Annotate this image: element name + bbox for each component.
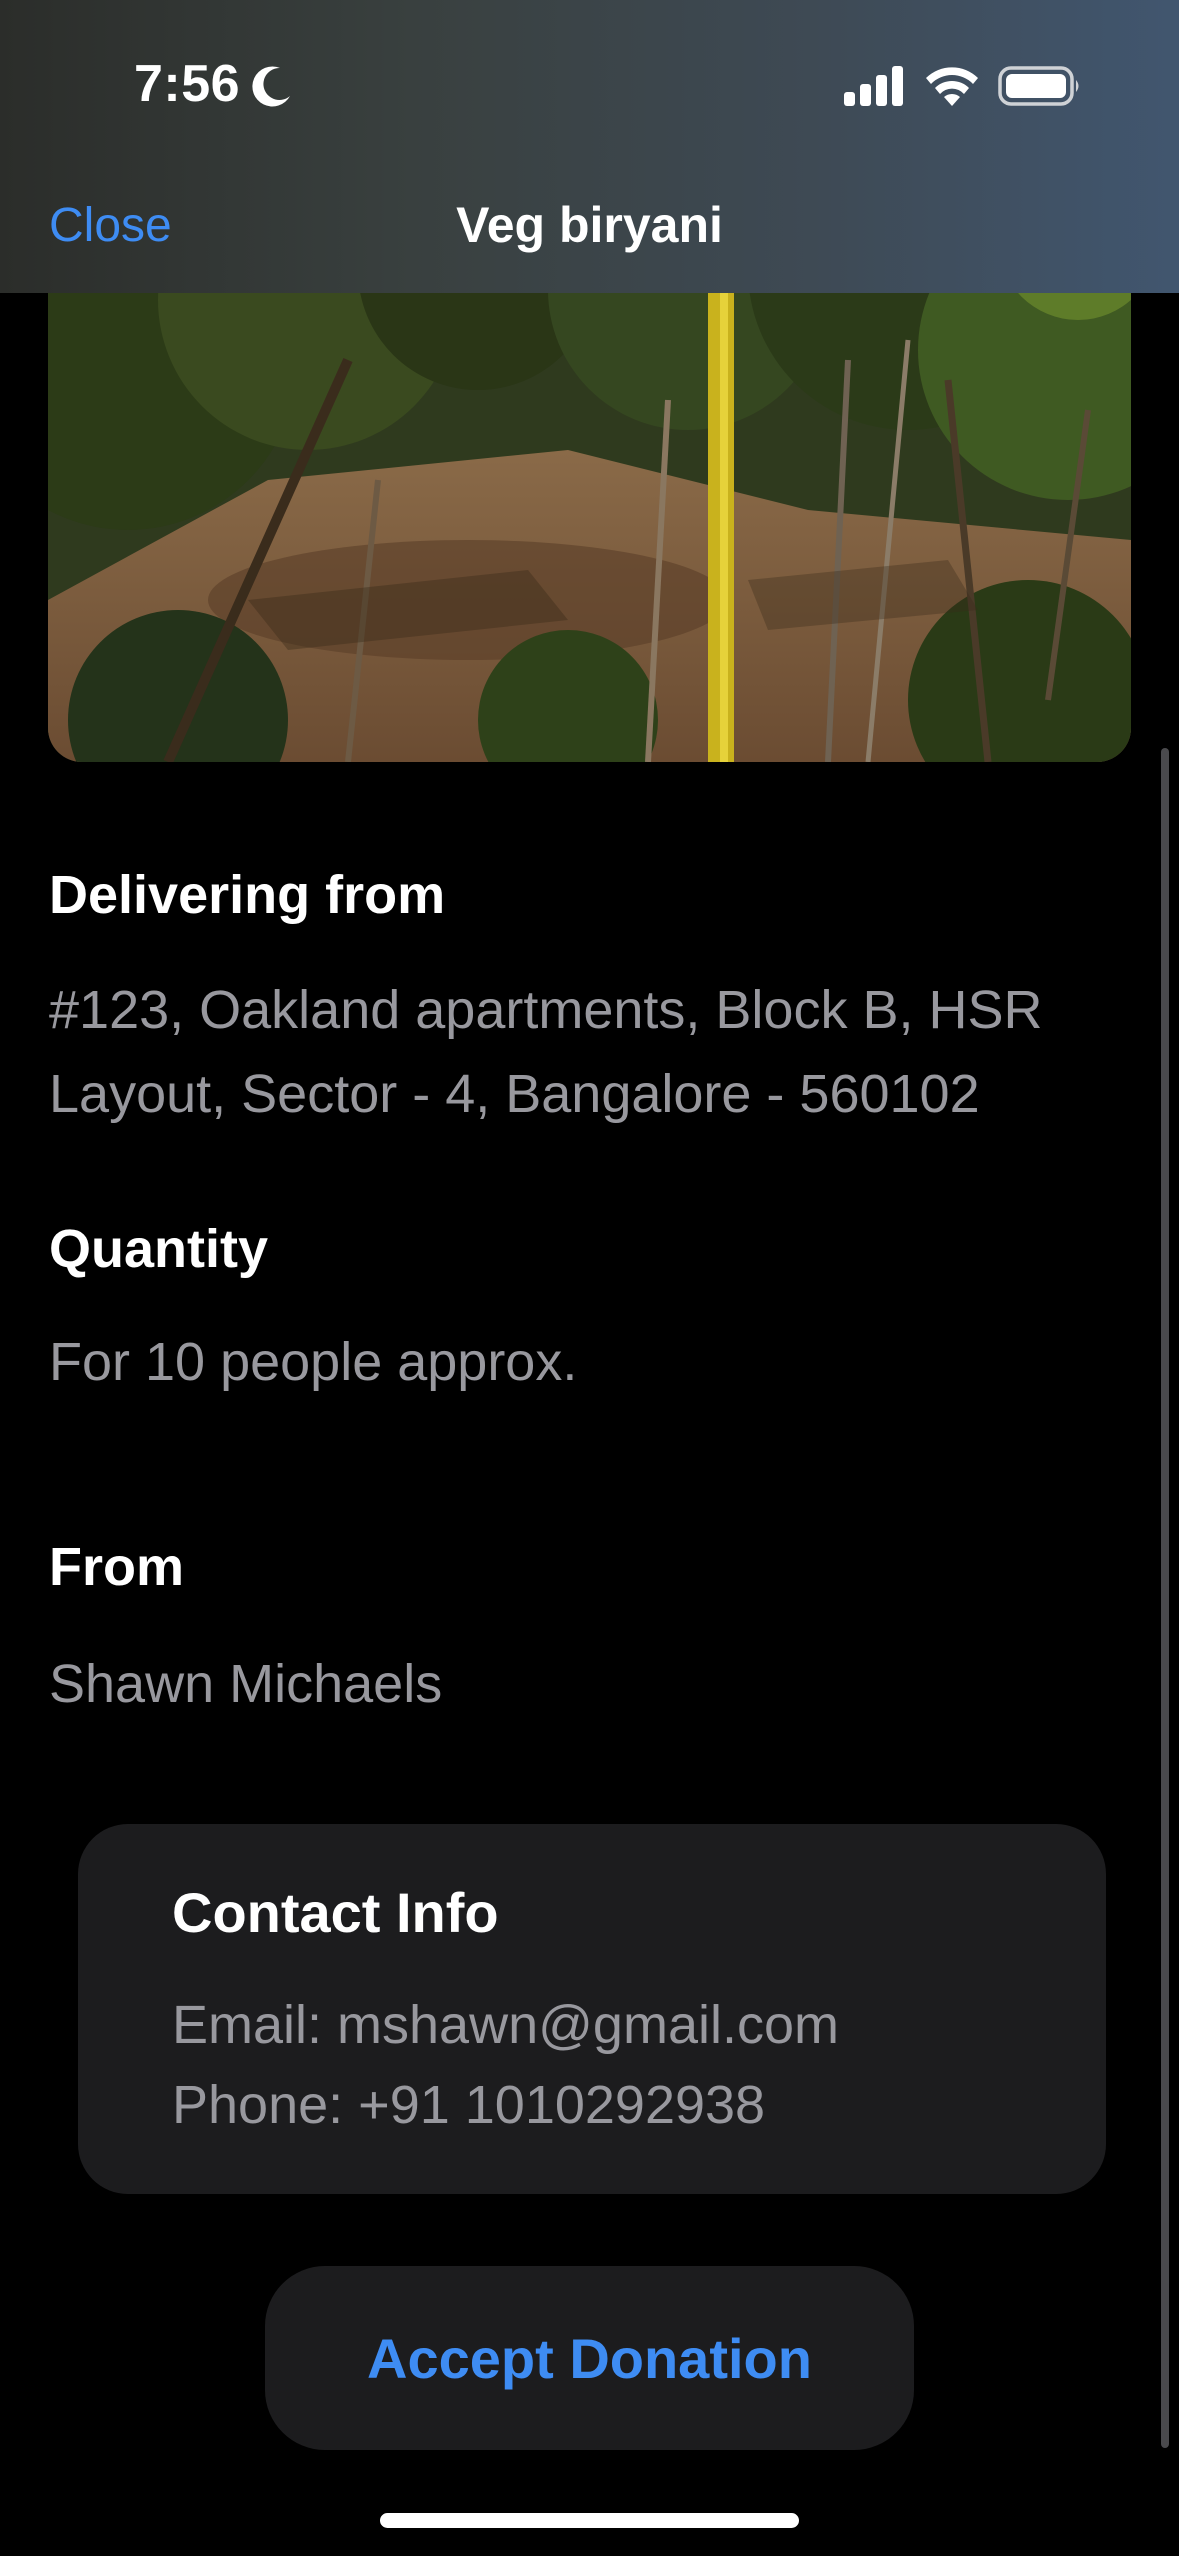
quantity-value: For 10 people approx.: [49, 1332, 578, 1392]
status-time: 7:56: [134, 55, 241, 113]
contact-email: Email: mshawn@gmail.com: [172, 1995, 839, 2055]
contact-phone: Phone: +91 1010292938: [172, 2075, 766, 2135]
scroll-indicator[interactable]: [1161, 748, 1169, 2448]
battery-icon: [998, 66, 1079, 106]
navigation-header: 7:56 Close Veg biryani: [0, 0, 1179, 293]
delivering-from-heading: Delivering from: [49, 865, 446, 925]
quantity-heading: Quantity: [49, 1219, 269, 1279]
contact-info-title: Contact Info: [172, 1881, 499, 1944]
from-heading: From: [49, 1537, 184, 1597]
moon-icon: [252, 66, 290, 107]
home-indicator[interactable]: [380, 2513, 799, 2528]
accept-donation-button[interactable]: Accept Donation: [265, 2266, 914, 2450]
page-title: Veg biryani: [456, 197, 723, 253]
status-bar: 7:56: [0, 0, 1179, 175]
donor-name: Shawn Michaels: [49, 1654, 443, 1714]
cellular-signal-icon: [844, 66, 903, 106]
wifi-icon: [926, 67, 978, 106]
delivery-address: #123, Oakland apartments, Block B, HSR L…: [49, 980, 1043, 1124]
contact-info-card: Contact Info Email: mshawn@gmail.com Pho…: [78, 1824, 1106, 2194]
